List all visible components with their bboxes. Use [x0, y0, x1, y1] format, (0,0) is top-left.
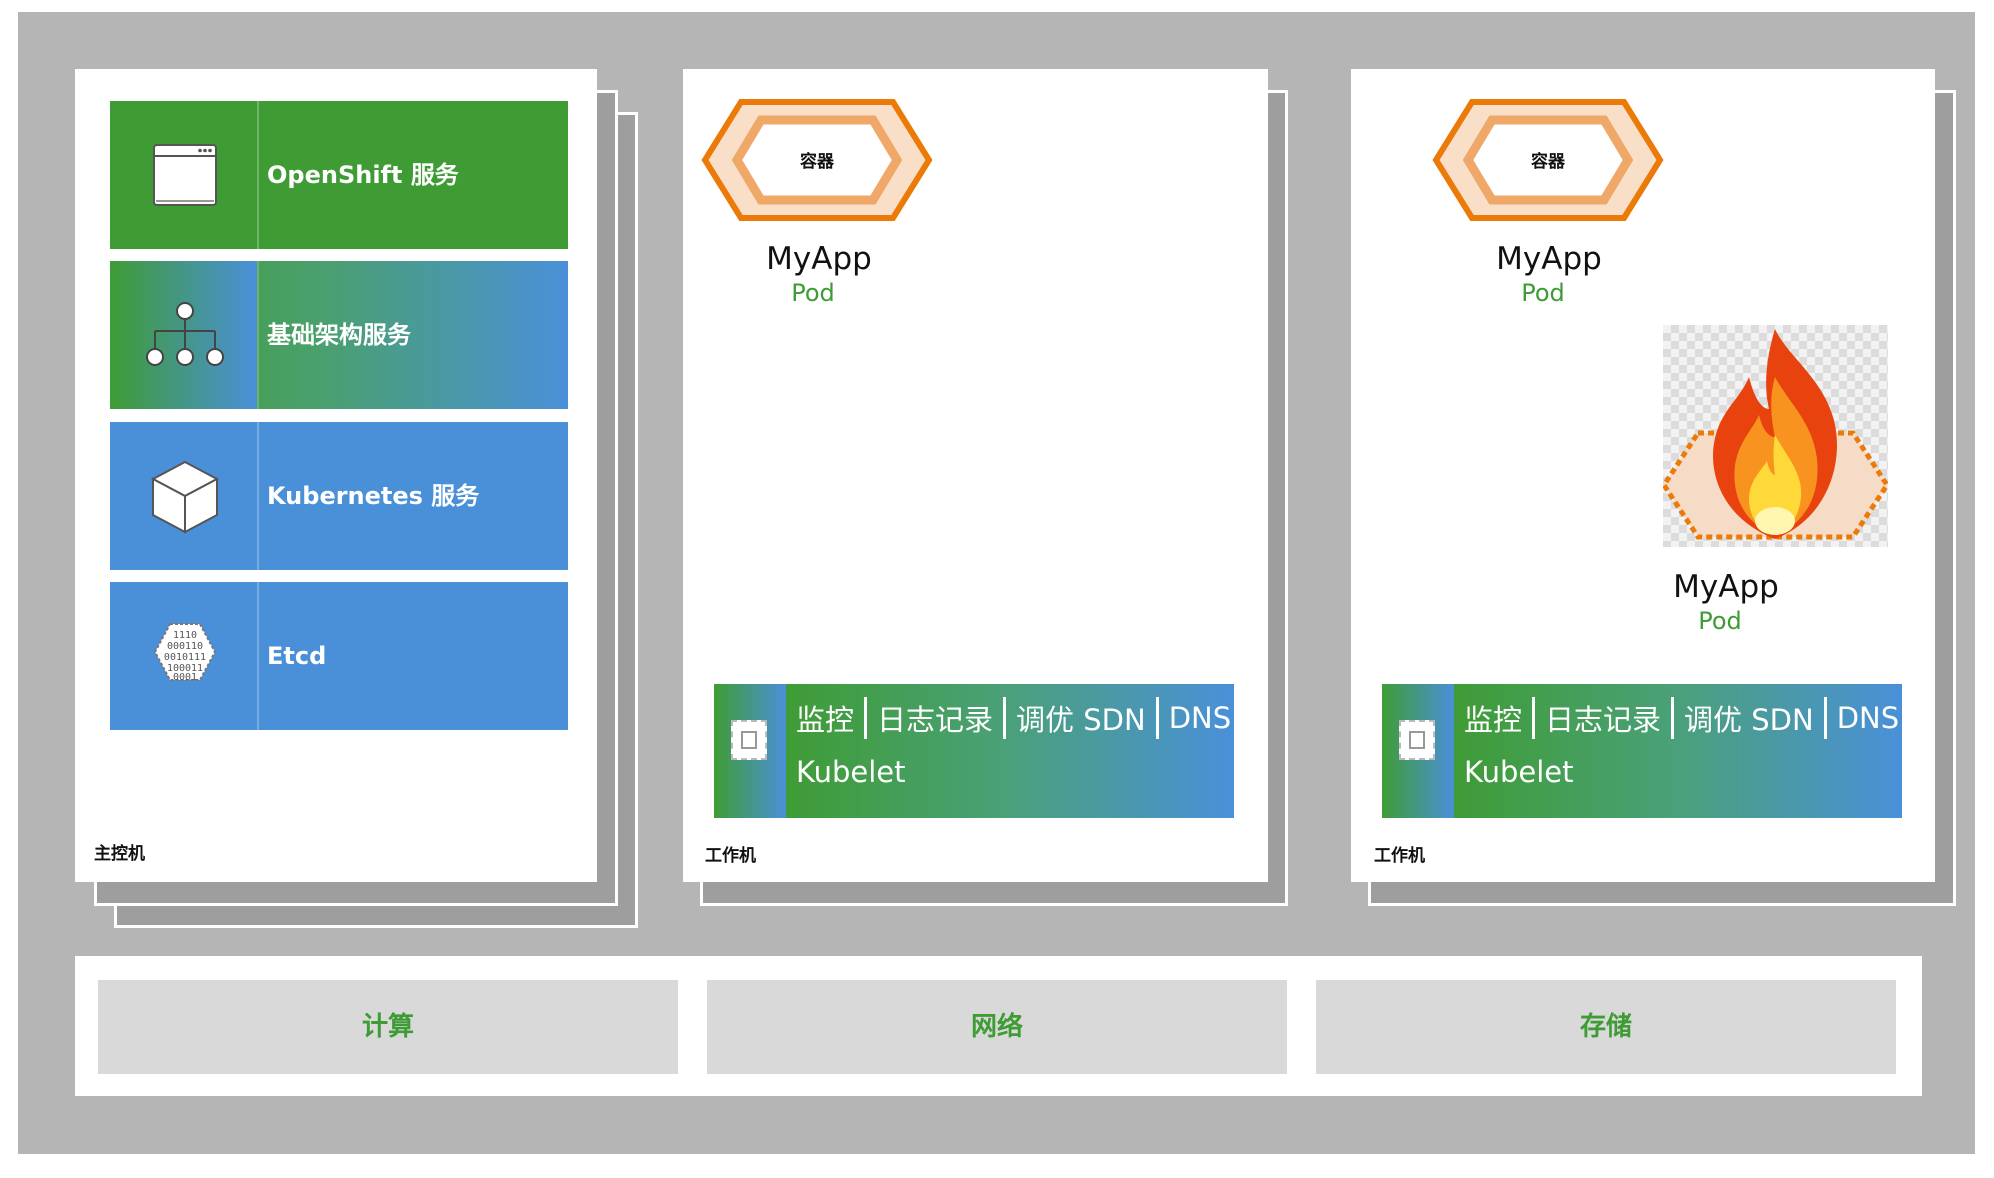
pod-type: Pod [1521, 279, 1565, 307]
agent-item-dns: DNS [1168, 701, 1232, 735]
container-label: 容器 [800, 151, 835, 172]
svg-text:0010111: 0010111 [164, 652, 206, 663]
agent-services-row: 监控 日志记录 调优 SDN DNS [796, 696, 1254, 740]
agent-item-logging: 日志记录 [1545, 703, 1662, 737]
node-agents-bar: 监控 日志记录 调优 SDN DNS Kubelet [1382, 684, 1913, 818]
separator [1671, 697, 1675, 739]
container-label: 容器 [1531, 151, 1566, 172]
master-node: OpenShift 服务 基础架构服务 Kubernetes 服务 1110 0… [75, 69, 597, 882]
svg-text:000110: 000110 [167, 641, 203, 652]
etcd-icon-cell: 1110 000110 0010111 100011 0001 [110, 582, 259, 730]
infrastructure-service: 基础架构服务 [110, 261, 568, 409]
kubelet-label: Kubelet [796, 755, 906, 789]
worker-node-2: 容器 MyApp Pod MyApp Pod 监控 日志记录 调优 SDN DN… [1351, 69, 1935, 882]
separator [1155, 697, 1159, 739]
agent-services-row: 监控 日志记录 调优 SDN DNS [1464, 696, 1922, 740]
agent-item-monitoring: 监控 [1464, 703, 1523, 737]
agent-icon-cell [1382, 684, 1454, 818]
master-node-label: 主控机 [94, 844, 145, 864]
svg-text:1110: 1110 [173, 630, 197, 641]
infrastructure-bar: 计算 网络 存储 [75, 956, 1922, 1096]
separator [864, 697, 868, 739]
openshift-service: OpenShift 服务 [110, 101, 568, 249]
pod-type: Pod [791, 279, 835, 307]
separator [1532, 697, 1536, 739]
etcd-service: 1110 000110 0010111 100011 0001 Etcd [110, 582, 568, 730]
separator [1003, 697, 1007, 739]
compute-resource: 计算 [98, 980, 678, 1074]
service-label: Kubernetes 服务 [267, 482, 480, 510]
failed-pod-image [1661, 325, 1890, 547]
pod-name: MyApp [1673, 569, 1779, 605]
openshift-icon-cell [110, 101, 259, 249]
agent-item-monitoring: 监控 [796, 703, 855, 737]
kubernetes-service: Kubernetes 服务 [110, 422, 568, 570]
network-resource: 网络 [707, 980, 1287, 1074]
agent-icon-cell [714, 684, 786, 818]
container-hexagon-icon: 容器 [701, 99, 933, 221]
separator [1241, 697, 1245, 739]
container-hexagon-icon: 容器 [1432, 99, 1664, 221]
agent-item-logging: 日志记录 [877, 703, 994, 737]
architecture-diagram: OpenShift 服务 基础架构服务 Kubernetes 服务 1110 0… [0, 0, 1994, 1178]
storage-resource: 存储 [1316, 980, 1896, 1074]
browser-window-icon [153, 144, 217, 206]
binary-hexagon-icon: 1110 000110 0010111 100011 0001 [153, 623, 217, 683]
worker-node-label: 工作机 [705, 846, 756, 866]
pod-type: Pod [1698, 607, 1742, 635]
document-icon [731, 720, 767, 760]
node-agents-bar: 监控 日志记录 调优 SDN DNS Kubelet [714, 684, 1245, 818]
document-icon [1399, 720, 1435, 760]
service-label: OpenShift 服务 [267, 161, 459, 189]
agent-item-sdn: 调优 SDN [1684, 703, 1814, 737]
kubernetes-icon-cell [110, 422, 259, 570]
infrastructure-icon-cell [110, 261, 259, 409]
separator [1823, 697, 1827, 739]
worker-node-1: 容器 MyApp Pod 监控 日志记录 调优 SDN DNS Kubelet … [683, 69, 1268, 882]
separator [1909, 697, 1913, 739]
kubelet-label: Kubelet [1464, 755, 1574, 789]
service-label: 基础架构服务 [267, 321, 411, 349]
worker-node-label: 工作机 [1374, 846, 1425, 866]
svg-text:0001: 0001 [173, 672, 197, 683]
agent-item-sdn: 调优 SDN [1016, 703, 1146, 737]
fire-icon [1661, 329, 1890, 540]
org-tree-icon [146, 302, 224, 366]
cube-icon [150, 460, 220, 534]
agent-item-dns: DNS [1836, 701, 1900, 735]
service-label: Etcd [267, 642, 327, 670]
pod-name: MyApp [766, 241, 872, 277]
pod-name: MyApp [1496, 241, 1602, 277]
